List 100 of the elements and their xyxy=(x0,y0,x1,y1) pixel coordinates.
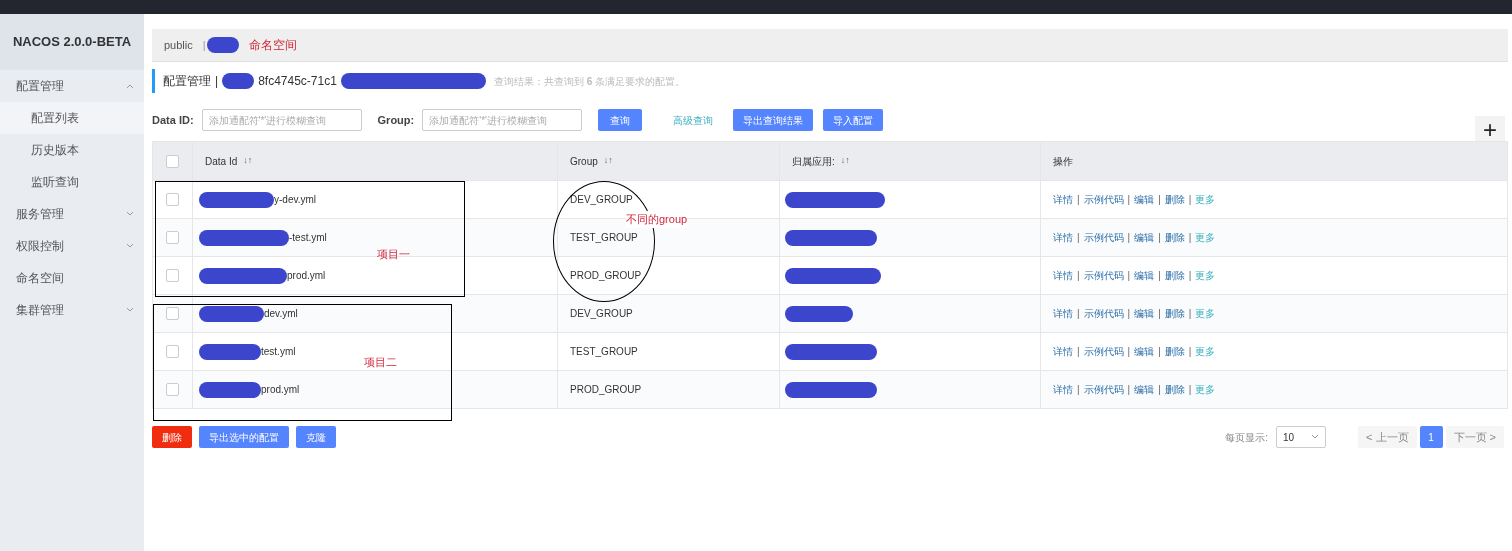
chevron-down-icon xyxy=(1311,434,1320,440)
annotation-text: 命名空间 xyxy=(248,37,297,54)
sort-icon[interactable]: ↓↑ xyxy=(840,154,850,168)
redaction-mark xyxy=(785,305,853,322)
sidebar-item[interactable]: 命名空间 xyxy=(0,262,144,294)
table-cell-text: DEV_GROUP xyxy=(570,307,633,321)
add-button[interactable]: + xyxy=(1475,116,1505,144)
divider-text: | xyxy=(1127,307,1131,321)
checkbox[interactable] xyxy=(166,193,179,206)
action-link[interactable]: 详情 xyxy=(1053,344,1073,359)
column-header: 归属应用: xyxy=(792,154,835,169)
divider-text: | xyxy=(1188,231,1192,245)
action-link[interactable]: 详情 xyxy=(1053,306,1073,321)
redaction-mark xyxy=(199,381,261,398)
checkbox[interactable] xyxy=(166,307,179,320)
divider-text: | xyxy=(1077,345,1080,359)
divider-text: | xyxy=(1158,383,1161,397)
divider-text: | xyxy=(1077,307,1080,321)
sort-icon[interactable]: ↓↑ xyxy=(243,154,253,168)
sidebar-subitem[interactable]: 历史版本 xyxy=(0,134,144,166)
table-cell-text: -test.yml xyxy=(289,231,327,245)
divider-text: | xyxy=(1127,193,1131,207)
action-link[interactable]: 删除 xyxy=(1164,382,1185,397)
action-link[interactable]: 详情 xyxy=(1053,382,1073,397)
action-link[interactable]: 删除 xyxy=(1164,344,1185,359)
action-link[interactable]: 删除 xyxy=(1164,306,1185,321)
action-link[interactable]: 详情 xyxy=(1053,268,1073,283)
sidebar-subitem[interactable]: 配置列表 xyxy=(0,102,144,134)
action-link[interactable]: 详情 xyxy=(1053,230,1073,245)
footer-button[interactable]: 导出选中的配置 xyxy=(199,426,289,448)
sidebar-item[interactable]: 权限控制 xyxy=(0,230,144,262)
divider-text: | xyxy=(1077,231,1080,245)
search-field[interactable]: 添加通配符'*'进行模糊查询 xyxy=(422,109,583,131)
toolbar-button[interactable]: 导出查询结果 xyxy=(733,109,814,131)
table-cell-text: test.yml xyxy=(261,345,296,359)
action-link[interactable]: 示例代码 xyxy=(1083,344,1124,359)
page-size-select[interactable]: 10 xyxy=(1276,426,1327,448)
sidebar-item[interactable]: 服务管理 xyxy=(0,198,144,230)
divider-text: | xyxy=(202,37,206,53)
checkbox[interactable] xyxy=(166,383,179,396)
footer-button[interactable]: 删除 xyxy=(152,426,192,448)
annotation-text: 不同的group xyxy=(626,211,688,228)
redaction-mark xyxy=(199,343,261,360)
action-link[interactable]: 删除 xyxy=(1164,192,1185,207)
divider-text: | xyxy=(1127,383,1131,397)
annotation-text: 项目一 xyxy=(377,247,410,262)
footer-button[interactable]: 克隆 xyxy=(296,426,336,448)
action-link[interactable]: 详情 xyxy=(1053,192,1073,207)
divider-text: | xyxy=(1158,193,1161,207)
table-cell-text: prod.yml xyxy=(287,269,326,283)
divider-text: | xyxy=(1077,269,1080,283)
action-link[interactable]: 编辑 xyxy=(1134,344,1155,359)
column-header: Data Id xyxy=(205,154,238,169)
action-link[interactable]: 编辑 xyxy=(1134,268,1155,283)
table-cell-text: PROD_GROUP xyxy=(570,383,642,397)
table-cell-text: dev.yml xyxy=(264,307,298,321)
divider-text: | xyxy=(1188,383,1192,397)
checkbox[interactable] xyxy=(166,269,179,282)
table-cell-text: y-dev.yml xyxy=(274,193,317,207)
table-cell-text: TEST_GROUP xyxy=(570,231,638,245)
redaction-mark xyxy=(206,37,239,53)
page-button[interactable]: 1 xyxy=(1419,426,1443,448)
namespace-id: 8fc4745c-71c1 xyxy=(258,73,337,90)
divider-text: | xyxy=(1158,269,1161,283)
action-link[interactable]: 编辑 xyxy=(1134,382,1155,397)
toolbar-button[interactable]: 导入配置 xyxy=(823,109,884,131)
sidebar-subitem[interactable]: 监听查询 xyxy=(0,166,144,198)
action-link[interactable]: 示例代码 xyxy=(1083,230,1124,245)
checkbox[interactable] xyxy=(166,231,179,244)
action-link[interactable]: 删除 xyxy=(1164,230,1185,245)
checkbox[interactable] xyxy=(166,154,179,168)
table-cell-text: TEST_GROUP xyxy=(570,345,638,359)
query-button[interactable]: 查询 xyxy=(598,109,643,131)
action-link[interactable]: 删除 xyxy=(1164,268,1185,283)
search-field[interactable]: 添加通配符'*'进行模糊查询 xyxy=(201,109,362,131)
column-header: 操作 xyxy=(1053,154,1073,169)
action-link[interactable]: 示例代码 xyxy=(1083,382,1124,397)
sidebar-item[interactable]: 集群管理 xyxy=(0,294,144,326)
checkbox[interactable] xyxy=(166,345,179,358)
action-link[interactable]: 编辑 xyxy=(1134,192,1155,207)
field-label: Group: xyxy=(377,112,415,128)
sort-icon[interactable]: ↓↑ xyxy=(603,154,613,168)
divider-text: | xyxy=(1188,345,1192,359)
divider-text: | xyxy=(215,73,219,90)
prev-page-button[interactable]: < 上一页 xyxy=(1358,426,1417,448)
action-link[interactable]: 示例代码 xyxy=(1083,192,1124,207)
namespace-tab[interactable]: public xyxy=(164,36,193,54)
page-size-label: 每页显示: xyxy=(1225,430,1269,445)
action-link[interactable]: 示例代码 xyxy=(1083,306,1124,321)
annotation-text: 项目二 xyxy=(364,355,397,370)
sidebar-item[interactable]: 配置管理 xyxy=(0,70,144,102)
divider-text: | xyxy=(1158,345,1161,359)
divider-text: | xyxy=(1158,307,1161,321)
divider-text: | xyxy=(1158,231,1161,245)
divider-text: | xyxy=(1127,269,1131,283)
action-link[interactable]: 编辑 xyxy=(1134,230,1155,245)
divider-text: | xyxy=(1077,383,1080,397)
action-link[interactable]: 示例代码 xyxy=(1083,268,1124,283)
action-link[interactable]: 编辑 xyxy=(1134,306,1155,321)
next-page-button[interactable]: 下一页 > xyxy=(1445,426,1504,448)
